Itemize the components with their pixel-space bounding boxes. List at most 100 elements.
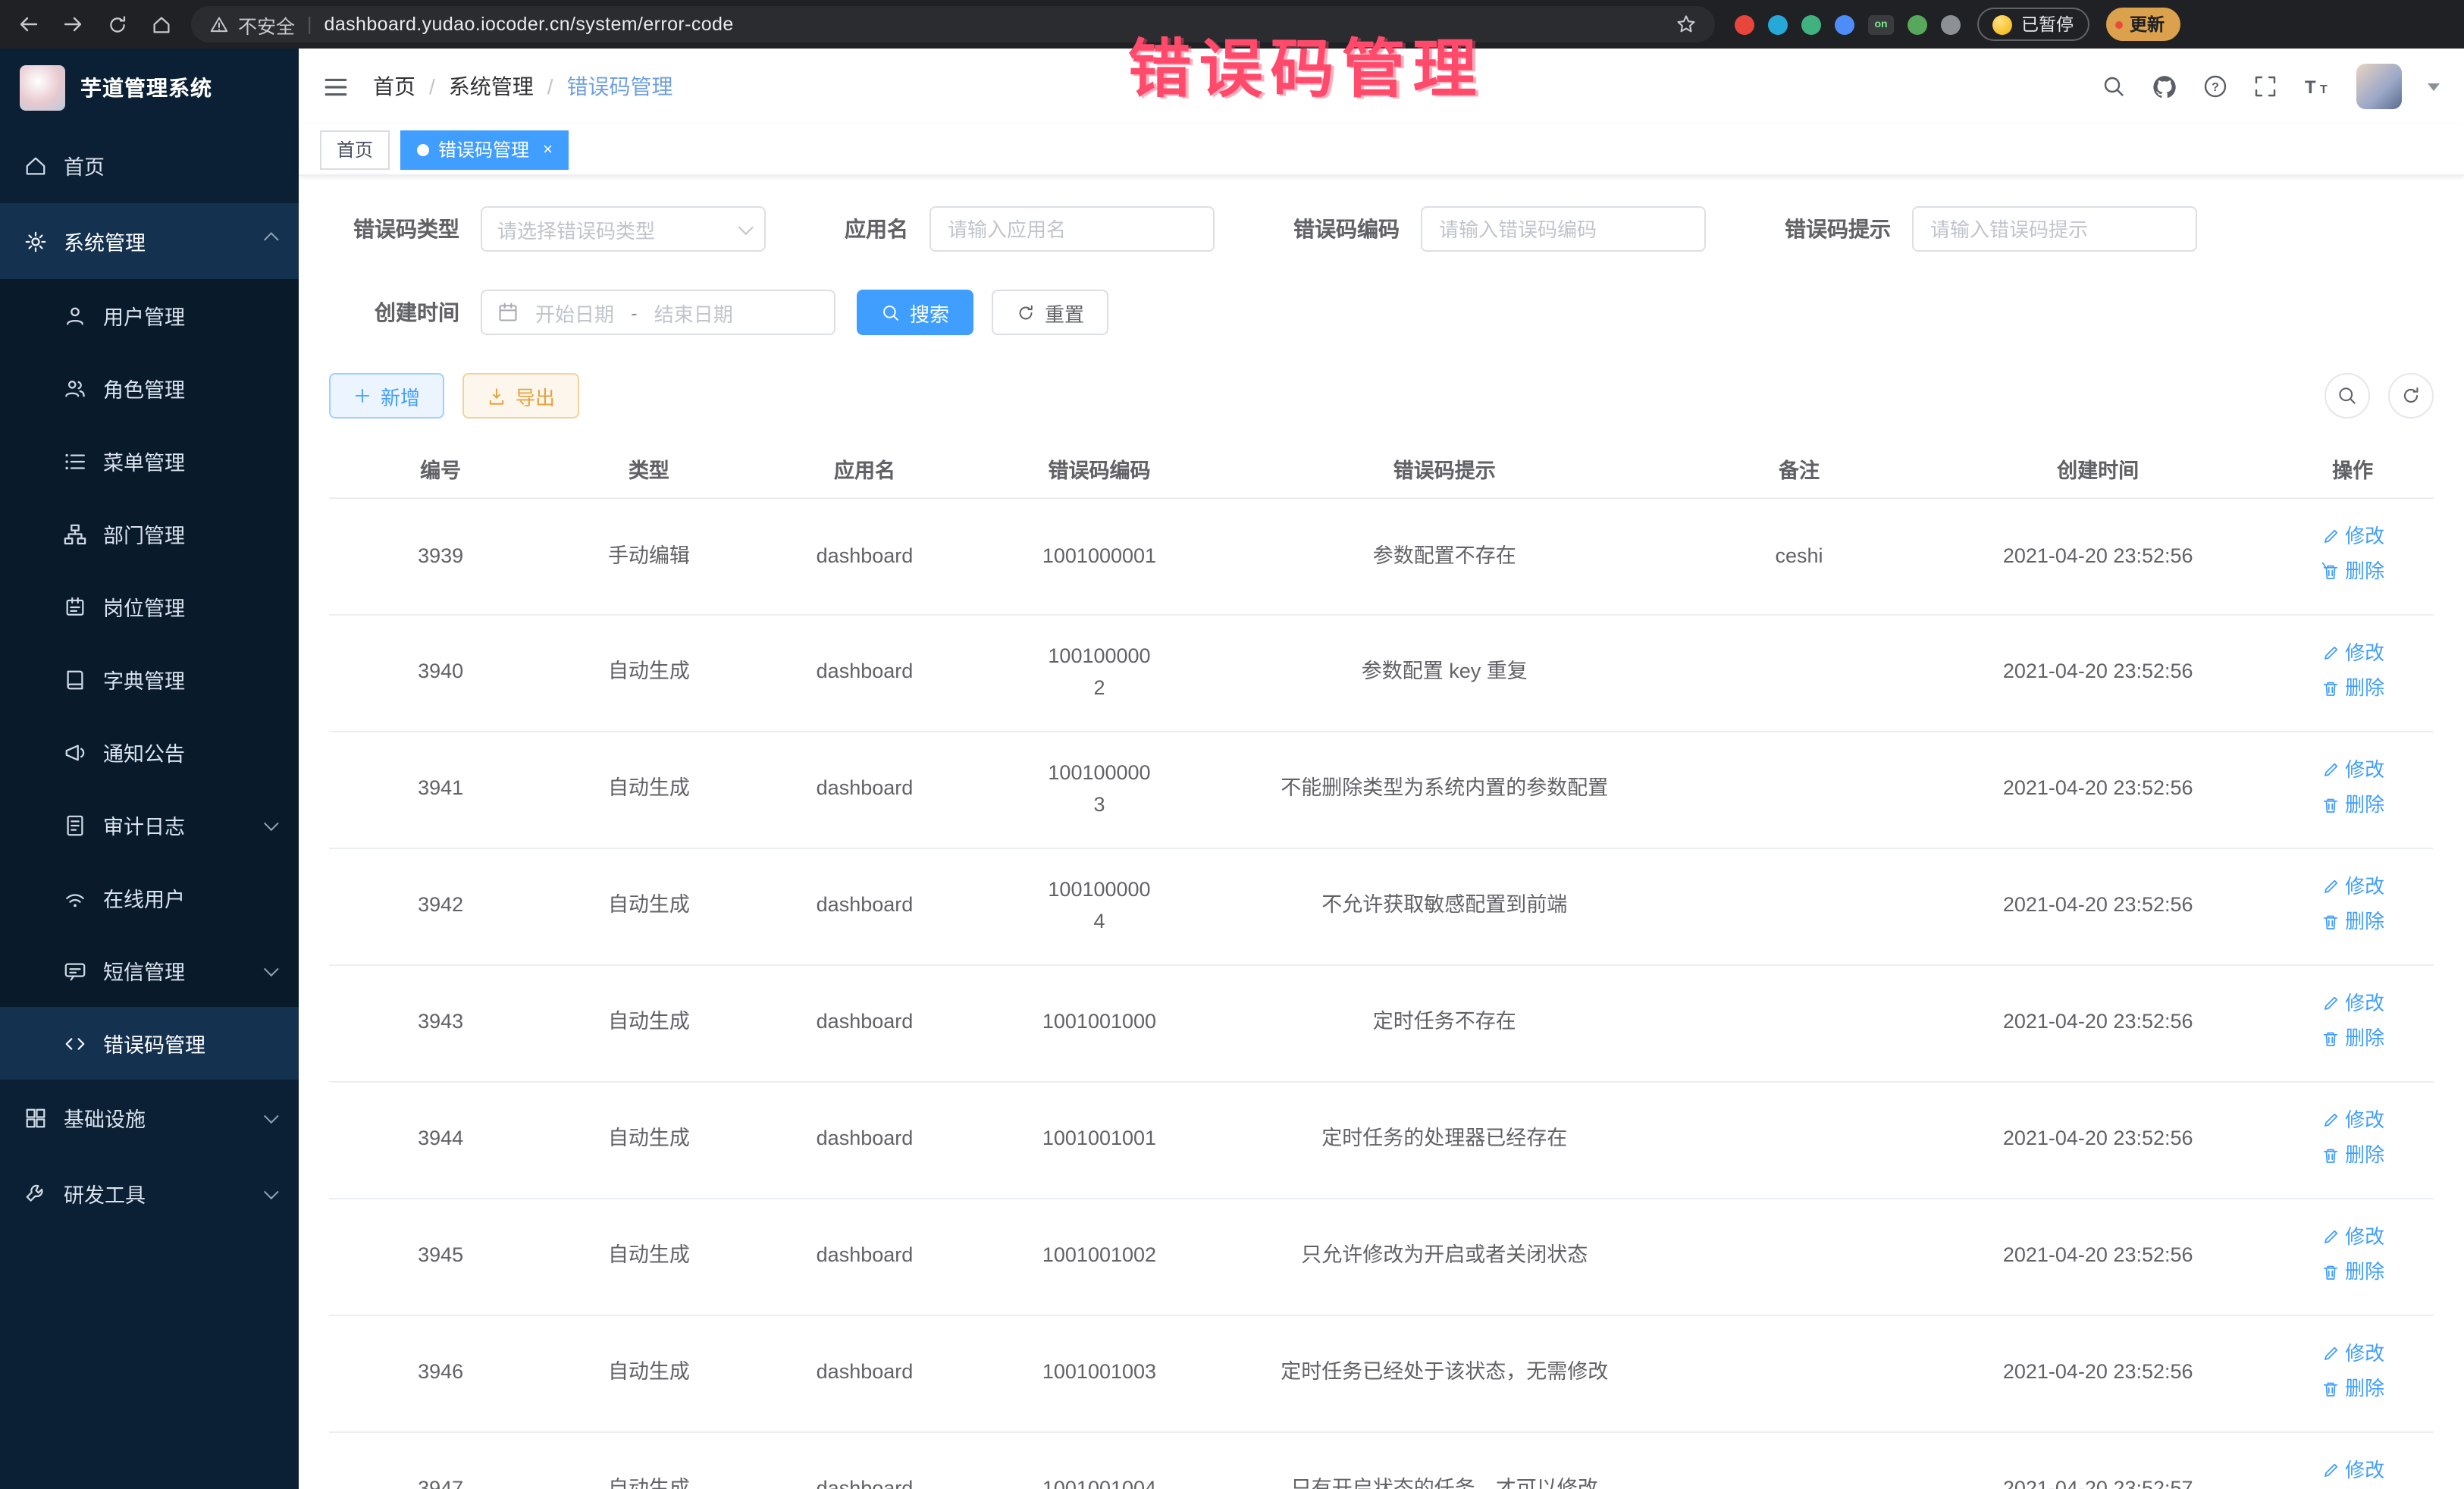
extension-green-icon[interactable] xyxy=(1801,14,1821,34)
sidebar: 芋道管理系统 首页 系统管理 用户管理 xyxy=(0,49,299,1489)
cell-msg: 参数配置不存在 xyxy=(1215,498,1674,615)
browser-update-button[interactable]: 更新 xyxy=(2105,8,2180,41)
edit-link[interactable]: 修改 xyxy=(2321,1222,2384,1252)
forward-icon[interactable] xyxy=(59,12,86,36)
error-code-table: 编号 类型 应用名 错误码编码 错误码提示 备注 创建时间 操作 3939 xyxy=(329,440,2434,1489)
app-name-input[interactable] xyxy=(929,206,1215,252)
error-msg-input[interactable] xyxy=(1912,206,2197,252)
extension-green2-icon[interactable] xyxy=(1908,14,1927,34)
search-icon[interactable] xyxy=(2102,74,2126,99)
delete-link[interactable]: 删除 xyxy=(2321,1374,2384,1404)
svg-text:?: ? xyxy=(2212,81,2219,94)
avatar[interactable] xyxy=(2356,64,2402,109)
sidebar-item-user-management[interactable]: 用户管理 xyxy=(0,279,299,352)
bookmark-star-icon[interactable] xyxy=(1676,14,1697,35)
fullscreen-icon[interactable] xyxy=(2253,74,2277,99)
tags-bar: 首页 错误码管理 × xyxy=(299,124,2464,176)
search-button[interactable]: 搜索 xyxy=(857,290,973,335)
sidebar-item-dev-tools[interactable]: 研发工具 xyxy=(0,1155,299,1231)
sidebar-item-online-users[interactable]: 在线用户 xyxy=(0,861,299,934)
calendar-icon xyxy=(497,302,519,323)
security-label: 不安全 xyxy=(238,10,295,39)
edit-link[interactable]: 修改 xyxy=(2321,755,2384,785)
delete-link[interactable]: 删除 xyxy=(2321,907,2384,937)
export-button[interactable]: 导出 xyxy=(462,373,579,418)
sidebar-item-audit-log[interactable]: 审计日志 xyxy=(0,788,299,861)
sidebar-item-dept-management[interactable]: 部门管理 xyxy=(0,497,299,570)
tab-error-code[interactable]: 错误码管理 × xyxy=(400,130,569,169)
reload-icon[interactable] xyxy=(103,13,130,36)
code-icon xyxy=(64,1032,86,1055)
tab-home[interactable]: 首页 xyxy=(320,130,390,169)
github-icon[interactable] xyxy=(2152,74,2177,99)
sidebar-item-error-code-management[interactable]: 错误码管理 xyxy=(0,1007,299,1080)
delete-link[interactable]: 删除 xyxy=(2321,673,2384,704)
delete-link[interactable]: 删除 xyxy=(2321,1140,2384,1171)
tab-label: 首页 xyxy=(337,136,373,162)
add-button[interactable]: 新增 xyxy=(329,373,444,418)
edit-link[interactable]: 修改 xyxy=(2321,638,2384,669)
url-text: dashboard.yudao.iocoder.cn/system/error-… xyxy=(324,14,734,35)
edit-link[interactable]: 修改 xyxy=(2321,872,2384,902)
sidebar-item-home[interactable]: 首页 xyxy=(0,127,299,203)
col-type: 类型 xyxy=(552,440,745,498)
close-icon[interactable]: × xyxy=(543,140,553,158)
edit-link[interactable]: 修改 xyxy=(2321,1339,2384,1369)
extension-on-badge-icon[interactable]: on xyxy=(1868,14,1894,34)
sidebar-item-label: 部门管理 xyxy=(103,519,185,549)
caret-down-icon[interactable] xyxy=(2428,83,2440,90)
col-ops: 操作 xyxy=(2271,440,2434,498)
cell-ops: 修改删除 xyxy=(2271,1199,2434,1315)
sidebar-item-label: 字典管理 xyxy=(103,664,185,694)
reset-button[interactable]: 重置 xyxy=(992,290,1108,335)
logo[interactable]: 芋道管理系统 xyxy=(0,49,299,127)
delete-link[interactable]: 删除 xyxy=(2321,790,2384,820)
date-range-picker[interactable]: 开始日期 - 结束日期 xyxy=(481,290,835,335)
edit-link[interactable]: 修改 xyxy=(2321,1456,2384,1486)
cell-time: 2021-04-20 23:52:56 xyxy=(1924,848,2271,965)
extension-red-icon[interactable] xyxy=(1735,14,1754,34)
sidebar-item-system-management[interactable]: 系统管理 xyxy=(0,203,299,279)
show-search-button[interactable] xyxy=(2324,373,2370,418)
cell-msg: 定时任务的处理器已经存在 xyxy=(1215,1082,1674,1199)
breadcrumb-home[interactable]: 首页 xyxy=(373,71,415,102)
delete-link[interactable]: 删除 xyxy=(2321,1257,2384,1287)
sidebar-item-sms-management[interactable]: 短信管理 xyxy=(0,934,299,1007)
hamburger-icon[interactable] xyxy=(323,74,349,99)
cell-code: 1001000004 xyxy=(983,848,1215,965)
cell-ops: 修改删除 xyxy=(2271,1432,2434,1489)
back-icon[interactable] xyxy=(15,12,42,36)
extension-teal-icon[interactable] xyxy=(1768,14,1788,34)
cell-type: 自动生成 xyxy=(552,1082,745,1199)
edit-link[interactable]: 修改 xyxy=(2321,522,2384,552)
edit-link[interactable]: 修改 xyxy=(2321,1105,2384,1136)
paused-label: 已暂停 xyxy=(2021,12,2074,36)
sidebar-item-menu-management[interactable]: 菜单管理 xyxy=(0,425,299,497)
cell-remark xyxy=(1674,732,1924,848)
cell-type: 自动生成 xyxy=(552,615,745,732)
cell-app: dashboard xyxy=(746,1082,984,1199)
sidebar-item-notice[interactable]: 通知公告 xyxy=(0,716,299,788)
error-code-input[interactable] xyxy=(1421,206,1706,252)
cell-code: 1001001000 xyxy=(983,965,1215,1082)
error-type-select[interactable]: 请选择错误码类型 xyxy=(481,206,766,252)
extensions-puzzle-icon[interactable] xyxy=(1941,14,1961,34)
edit-link[interactable]: 修改 xyxy=(2321,989,2384,1019)
refresh-button[interactable] xyxy=(2388,373,2434,418)
cell-code: 1001001004 xyxy=(983,1432,1215,1489)
paused-badge[interactable]: 已暂停 xyxy=(1977,8,2089,41)
extension-blue-icon[interactable] xyxy=(1835,14,1854,34)
sidebar-item-dict-management[interactable]: 字典管理 xyxy=(0,643,299,716)
sidebar-item-role-management[interactable]: 角色管理 xyxy=(0,352,299,425)
delete-link[interactable]: 删除 xyxy=(2321,1023,2384,1054)
address-bar[interactable]: 不安全 | dashboard.yudao.iocoder.cn/system/… xyxy=(191,6,1715,42)
security-warning[interactable]: 不安全 xyxy=(209,10,295,39)
delete-link[interactable]: 删除 xyxy=(2321,556,2384,587)
screen: 不安全 | dashboard.yudao.iocoder.cn/system/… xyxy=(0,0,2464,1489)
sidebar-item-infrastructure[interactable]: 基础设施 xyxy=(0,1080,299,1155)
sidebar-item-post-management[interactable]: 岗位管理 xyxy=(0,570,299,643)
help-icon[interactable]: ? xyxy=(2203,74,2227,99)
home-button-icon[interactable] xyxy=(147,13,174,36)
font-size-icon[interactable]: TT xyxy=(2303,74,2331,99)
breadcrumb-system[interactable]: 系统管理 xyxy=(449,71,534,102)
